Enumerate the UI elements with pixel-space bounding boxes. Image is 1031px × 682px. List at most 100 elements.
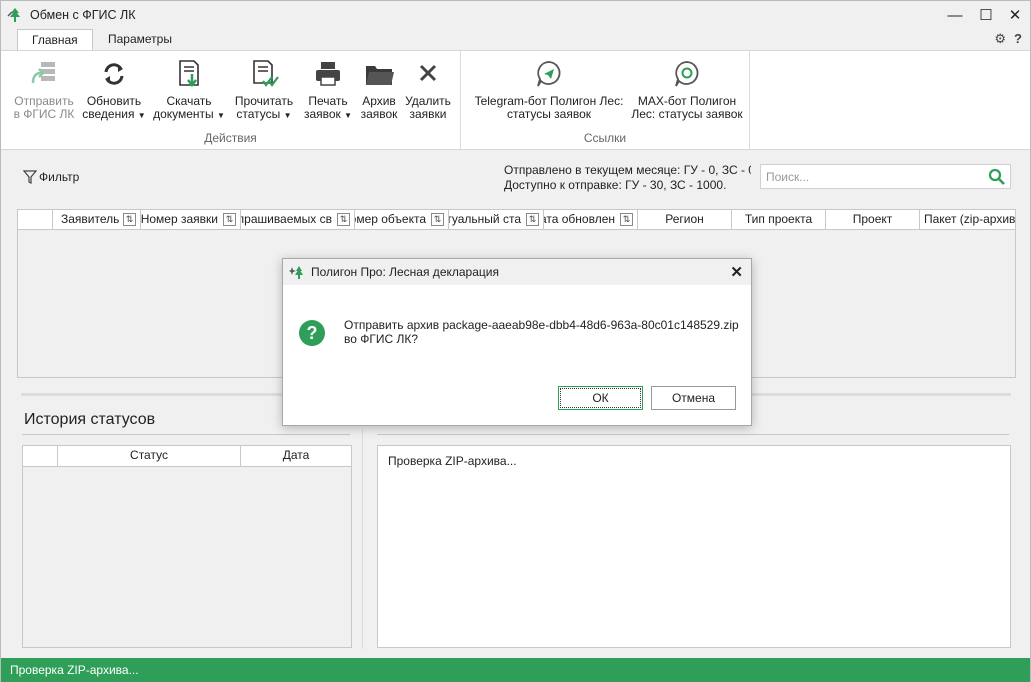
telegram-label-2: статусы заявок — [506, 107, 592, 121]
max-label-2: Лес: статусы заявок — [631, 107, 743, 121]
dialog-title: Полигон Про: Лесная декларация — [311, 265, 499, 279]
history-grid-header: Статус Дата — [23, 446, 351, 467]
sort-icon[interactable]: ⇅ — [337, 213, 350, 226]
history-grid[interactable]: Статус Дата — [22, 445, 352, 648]
requests-grid-header: Заявитель⇅ Номер заявки⇅ Запрашиваемых с… — [18, 210, 1015, 230]
sort-icon[interactable]: ⇅ — [223, 213, 236, 226]
column-header-selector[interactable] — [18, 210, 53, 230]
max-bot-button[interactable]: MAX-бот Полигон Лес: статусы заявок — [629, 59, 745, 121]
column-header-package[interactable]: Пакет (zip-архив — [920, 210, 1015, 230]
ribbon-group-links: Telegram-бот Полигон Лес: статусы заявок… — [461, 51, 750, 149]
column-update-date-label: Дата обновлен — [544, 212, 615, 226]
telegram-bot-button[interactable]: Telegram-бот Полигон Лес: статусы заявок — [469, 59, 629, 121]
title-bar: Обмен с ФГИС ЛК — ☐ ✕ — [1, 1, 1030, 29]
sort-icon[interactable]: ⇅ — [123, 213, 136, 226]
ribbon-group-links-label: Ссылки — [583, 131, 627, 145]
app-logo-icon — [7, 8, 20, 22]
download-documents-button[interactable]: Скачать документы ▼ — [152, 59, 226, 122]
column-requested-info-label: Запрашиваемых св — [241, 212, 332, 226]
column-header-update-date[interactable]: Дата обновлен ⇅ — [544, 210, 638, 230]
dialog-message: Отправить архив package-aaeab98e-dbb4-48… — [344, 318, 739, 346]
archive-requests-button[interactable]: Архив заявок — [356, 59, 402, 121]
send-to-fgis-button[interactable]: Отправить в ФГИС ЛК — [11, 59, 77, 121]
refresh-label-2-text: сведения — [82, 107, 135, 121]
column-header-applicant[interactable]: Заявитель ⇅ — [53, 210, 141, 230]
column-header-current-status[interactable]: Актуальный ста ⇅ — [449, 210, 544, 230]
ribbon-group-actions-label: Действия — [204, 131, 257, 145]
log-panel[interactable]: Проверка ZIP-архива... — [377, 445, 1011, 648]
status-bar: Проверка ZIP-архива... — [1, 658, 1030, 682]
question-icon: ? — [299, 320, 325, 346]
filter-button[interactable]: Фильтр — [23, 170, 79, 184]
refresh-icon — [104, 63, 124, 85]
filter-icon — [23, 170, 37, 184]
stats-available: Доступно к отправке: ГУ - 30, ЗС - 1000. — [504, 178, 727, 192]
chevron-down-icon: ▼ — [137, 111, 146, 120]
search-input[interactable] — [761, 165, 981, 188]
maximize-button[interactable]: ☐ — [974, 5, 998, 25]
server-upload-icon — [31, 62, 55, 84]
minimize-button[interactable]: — — [943, 5, 967, 25]
print-requests-button[interactable]: Печать заявок ▼ — [303, 59, 353, 122]
sort-icon[interactable]: ⇅ — [526, 213, 539, 226]
stats-sent-month: Отправлено в текущем месяце: ГУ - 0, ЗС … — [504, 163, 751, 177]
delete-label-2: заявки — [409, 107, 447, 121]
column-header-requested-info[interactable]: Запрашиваемых св ⇅ — [241, 210, 355, 230]
window-title: Обмен с ФГИС ЛК — [30, 8, 136, 22]
vertical-splitter[interactable] — [362, 429, 363, 649]
search-icon[interactable] — [988, 168, 1006, 186]
column-header-object-number[interactable]: Номер объекта ⇅ — [355, 210, 449, 230]
delete-x-icon — [419, 64, 437, 82]
refresh-label-2: сведения ▼ — [81, 108, 147, 122]
column-request-number-label: Номер заявки — [141, 212, 218, 226]
folder-icon — [366, 66, 394, 85]
search-box — [760, 164, 1011, 189]
history-column-status[interactable]: Статус — [58, 446, 241, 467]
ribbon-group-actions: Отправить в ФГИС ЛК Обновить сведения ▼ — [1, 51, 461, 149]
send-label-2: в ФГИС ЛК — [13, 107, 75, 121]
delete-requests-button[interactable]: Удалить заявки — [403, 59, 453, 121]
help-icon[interactable]: ? — [1014, 31, 1022, 47]
history-column-selector[interactable] — [23, 446, 58, 467]
download-label-2: документы ▼ — [152, 108, 226, 122]
column-header-project-type[interactable]: Тип проекта — [732, 210, 826, 230]
confirm-dialog: Полигон Про: Лесная декларация ✕ ? Отпра… — [282, 258, 752, 426]
column-applicant-label: Заявитель — [61, 212, 120, 226]
app-logo-icon — [289, 266, 303, 279]
tab-main[interactable]: Главная — [17, 29, 93, 51]
filter-label: Фильтр — [39, 170, 80, 184]
column-header-region[interactable]: Регион — [638, 210, 732, 230]
download-document-icon — [179, 60, 199, 88]
sort-icon[interactable]: ⇅ — [620, 213, 633, 226]
history-divider — [22, 434, 350, 435]
print-label-2-text: заявок — [303, 107, 341, 121]
read-label-2: статусы ▼ — [231, 108, 297, 122]
cancel-button[interactable]: Отмена — [651, 386, 736, 410]
sort-icon[interactable]: ⇅ — [431, 213, 444, 226]
column-object-number-label: Номер объекта — [355, 212, 426, 226]
read-label-2-text: статусы — [236, 107, 281, 121]
chevron-down-icon: ▼ — [217, 111, 225, 120]
ribbon: Отправить в ФГИС ЛК Обновить сведения ▼ — [1, 50, 1030, 150]
max-bot-icon — [675, 61, 699, 87]
column-header-request-number[interactable]: Номер заявки ⇅ — [141, 210, 241, 230]
log-text: Проверка ZIP-архива... — [388, 454, 517, 468]
close-button[interactable]: ✕ — [1003, 5, 1027, 25]
tab-tools: ⚙ ? — [994, 31, 1022, 47]
tab-parameters[interactable]: Параметры — [94, 29, 186, 51]
print-label-2: заявок ▼ — [303, 108, 353, 122]
settings-icon[interactable]: ⚙ — [994, 31, 1006, 47]
dialog-title-bar: Полигон Про: Лесная декларация ✕ — [283, 259, 751, 285]
history-column-date[interactable]: Дата — [241, 446, 351, 467]
telegram-bot-icon — [537, 61, 561, 87]
refresh-info-button[interactable]: Обновить сведения ▼ — [81, 59, 147, 122]
ok-button[interactable]: ОК — [558, 386, 643, 410]
dialog-close-button[interactable]: ✕ — [730, 263, 743, 281]
send-stats: Отправлено в текущем месяце: ГУ - 0, ЗС … — [504, 163, 751, 193]
archive-label-2: заявок — [360, 107, 398, 121]
column-header-project[interactable]: Проект — [826, 210, 920, 230]
read-statuses-button[interactable]: Прочитать статусы ▼ — [231, 59, 297, 122]
chevron-down-icon: ▼ — [344, 111, 353, 120]
ribbon-tabs: Главная Параметры ⚙ ? — [1, 29, 1030, 51]
log-divider — [377, 434, 1009, 435]
